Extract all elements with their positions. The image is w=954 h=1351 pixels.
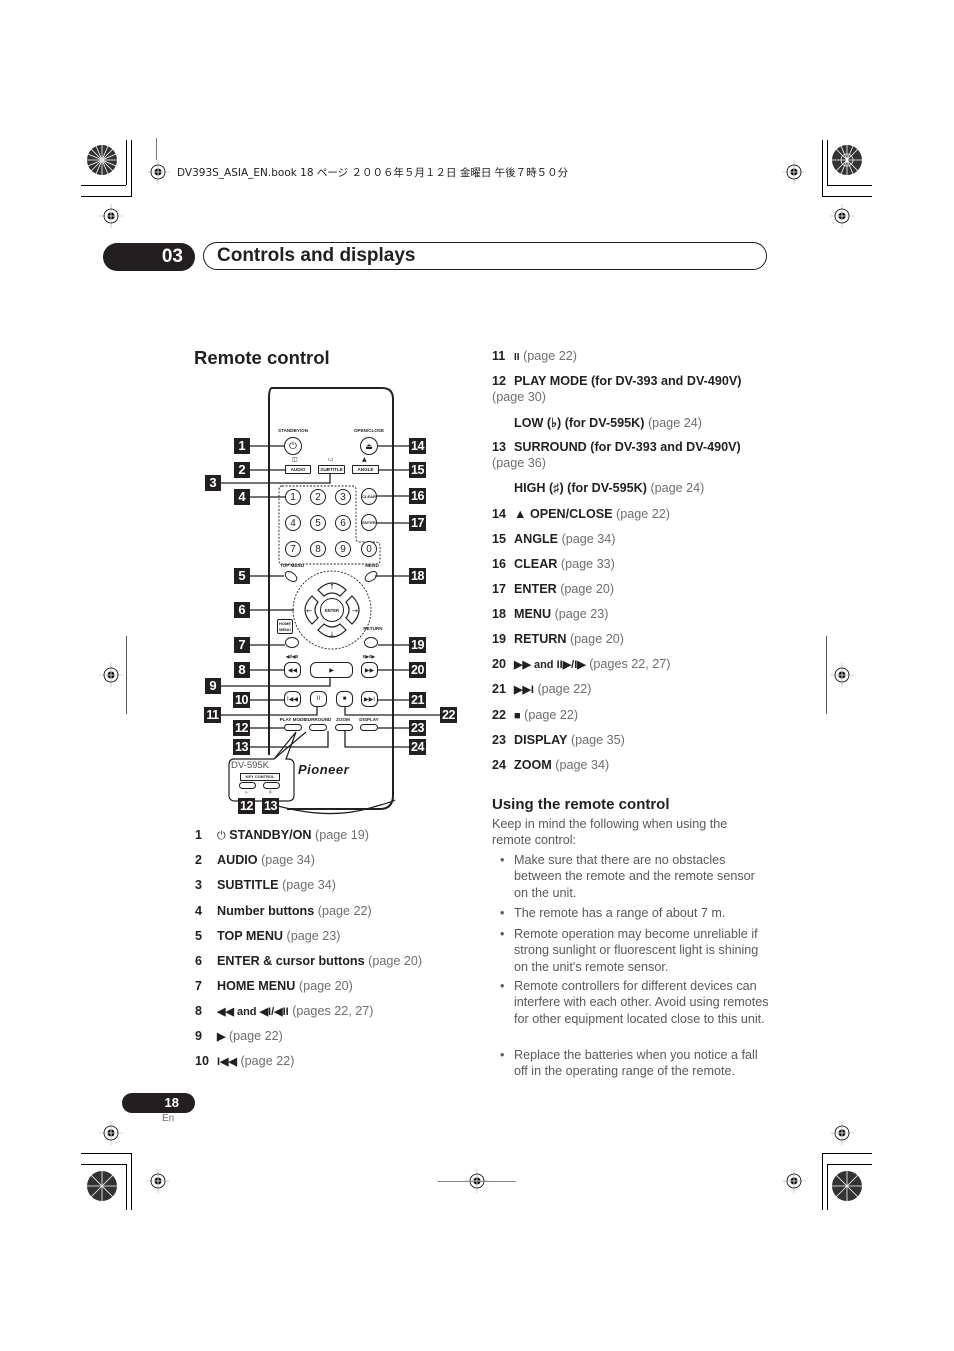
list-item: 24 ZOOM (page 34): [492, 758, 610, 772]
language-code: En: [162, 1113, 175, 1124]
starburst-target-icon: [87, 145, 117, 175]
bullet-item: Remote controllers for different devices…: [500, 978, 770, 1027]
list-item: 20 ▶▶ and II▶/I▶ (pages 22, 27): [492, 657, 671, 671]
list-item: HIGH (♯) (for DV-595K) (page 24): [514, 481, 705, 495]
starburst-target-icon: [832, 145, 862, 175]
registration-mark-icon: [99, 1121, 123, 1145]
callout-23: 23: [409, 720, 426, 736]
list-item: 5 TOP MENU (page 23): [195, 929, 341, 943]
callout-2: 2: [234, 462, 250, 478]
bullet-item: Remote operation may become unreliable i…: [500, 926, 770, 975]
starburst-target-icon: [87, 1171, 117, 1201]
bullet-item: Replace the batteries when you notice a …: [500, 1047, 770, 1080]
print-file-info: DV393S_ASIA_EN.book 18 ページ ２００６年５月１２日 金曜…: [177, 167, 569, 179]
callout-9: 9: [205, 678, 221, 694]
callout-13-inset: 13: [262, 798, 279, 814]
list-item: 19 RETURN (page 20): [492, 632, 624, 646]
list-item: 12 PLAY MODE (for DV-393 and DV-490V): [492, 374, 742, 388]
callout-22: 22: [440, 707, 457, 723]
bullet-item: The remote has a range of about 7 m.: [500, 905, 770, 922]
list-item: 22 ■ (page 22): [492, 708, 579, 722]
registration-mark-icon: [782, 1169, 806, 1193]
list-item: 1 ⏻ STANDBY/ON (page 19): [195, 828, 369, 842]
callout-21: 21: [409, 692, 426, 708]
list-item: 21 ▶▶I (page 22): [492, 682, 592, 696]
registration-mark-icon: [830, 204, 854, 228]
registration-mark-icon: [782, 160, 806, 184]
callout-1: 1: [234, 438, 250, 454]
registration-mark-icon: [146, 1169, 170, 1193]
callout-10: 10: [233, 692, 250, 708]
callout-14: 14: [409, 438, 426, 454]
callout-18: 18: [409, 568, 426, 584]
callout-12-inset: 12: [238, 798, 255, 814]
list-item: LOW (♭) (for DV-595K) (page 24): [514, 416, 702, 430]
registration-mark-icon: [830, 1121, 854, 1145]
registration-mark-icon: [830, 663, 854, 687]
callout-5: 5: [234, 568, 250, 584]
list-item-page: (page 36): [492, 456, 546, 470]
registration-mark-icon: [99, 204, 123, 228]
callout-4: 4: [234, 489, 250, 505]
list-item: 13 SURROUND (for DV-393 and DV-490V): [492, 440, 741, 454]
list-item: 17 ENTER (page 20): [492, 582, 615, 596]
callout-19: 19: [409, 637, 426, 653]
chapter-title: Controls and displays: [203, 242, 767, 270]
list-item: 23 DISPLAY (page 35): [492, 733, 625, 747]
callout-12: 12: [233, 720, 250, 736]
registration-mark-icon: [146, 160, 170, 184]
page-number: 18: [122, 1093, 195, 1113]
intro-paragraph: Keep in mind the following when using th…: [492, 817, 728, 848]
list-item: 16 CLEAR (page 33): [492, 557, 615, 571]
callout-7: 7: [234, 637, 250, 653]
list-item-page: (page 30): [492, 390, 546, 404]
callout-11: 11: [204, 707, 221, 723]
starburst-target-icon: [832, 1171, 862, 1201]
list-item: 6 ENTER & cursor buttons (page 20): [195, 954, 423, 968]
list-item: 8 ◀◀ and ◀I/◀II (pages 22, 27): [195, 1004, 374, 1018]
section-title: Remote control: [194, 347, 330, 368]
list-item: 15 ANGLE (page 34): [492, 532, 616, 546]
list-item: 3 SUBTITLE (page 34): [195, 878, 336, 892]
callout-8: 8: [234, 662, 250, 678]
callout-17: 17: [409, 515, 426, 531]
bullet-item: Make sure that there are no obstacles be…: [500, 852, 770, 901]
callout-20: 20: [409, 662, 426, 678]
callout-3: 3: [205, 475, 221, 491]
list-item: 10 I◀◀ (page 22): [195, 1054, 295, 1068]
callout-6: 6: [234, 602, 250, 618]
subsection-title: Using the remote control: [492, 796, 670, 813]
callout-13: 13: [233, 739, 250, 755]
registration-mark-icon: [99, 663, 123, 687]
list-item: 4 Number buttons (page 22): [195, 904, 372, 918]
chapter-number: 03: [103, 243, 195, 271]
callout-16: 16: [409, 488, 426, 504]
list-item: 9 ▶ (page 22): [195, 1029, 283, 1043]
power-icon: ⏻: [217, 830, 226, 842]
callout-15: 15: [409, 462, 426, 478]
list-item: 11 II (page 22): [492, 349, 577, 363]
callout-24: 24: [409, 739, 426, 755]
list-item: 7 HOME MENU (page 20): [195, 979, 353, 993]
list-item: 14 ▲ OPEN/CLOSE (page 22): [492, 507, 670, 521]
list-item: 18 MENU (page 23): [492, 607, 609, 621]
list-item: 2 AUDIO (page 34): [195, 853, 316, 867]
